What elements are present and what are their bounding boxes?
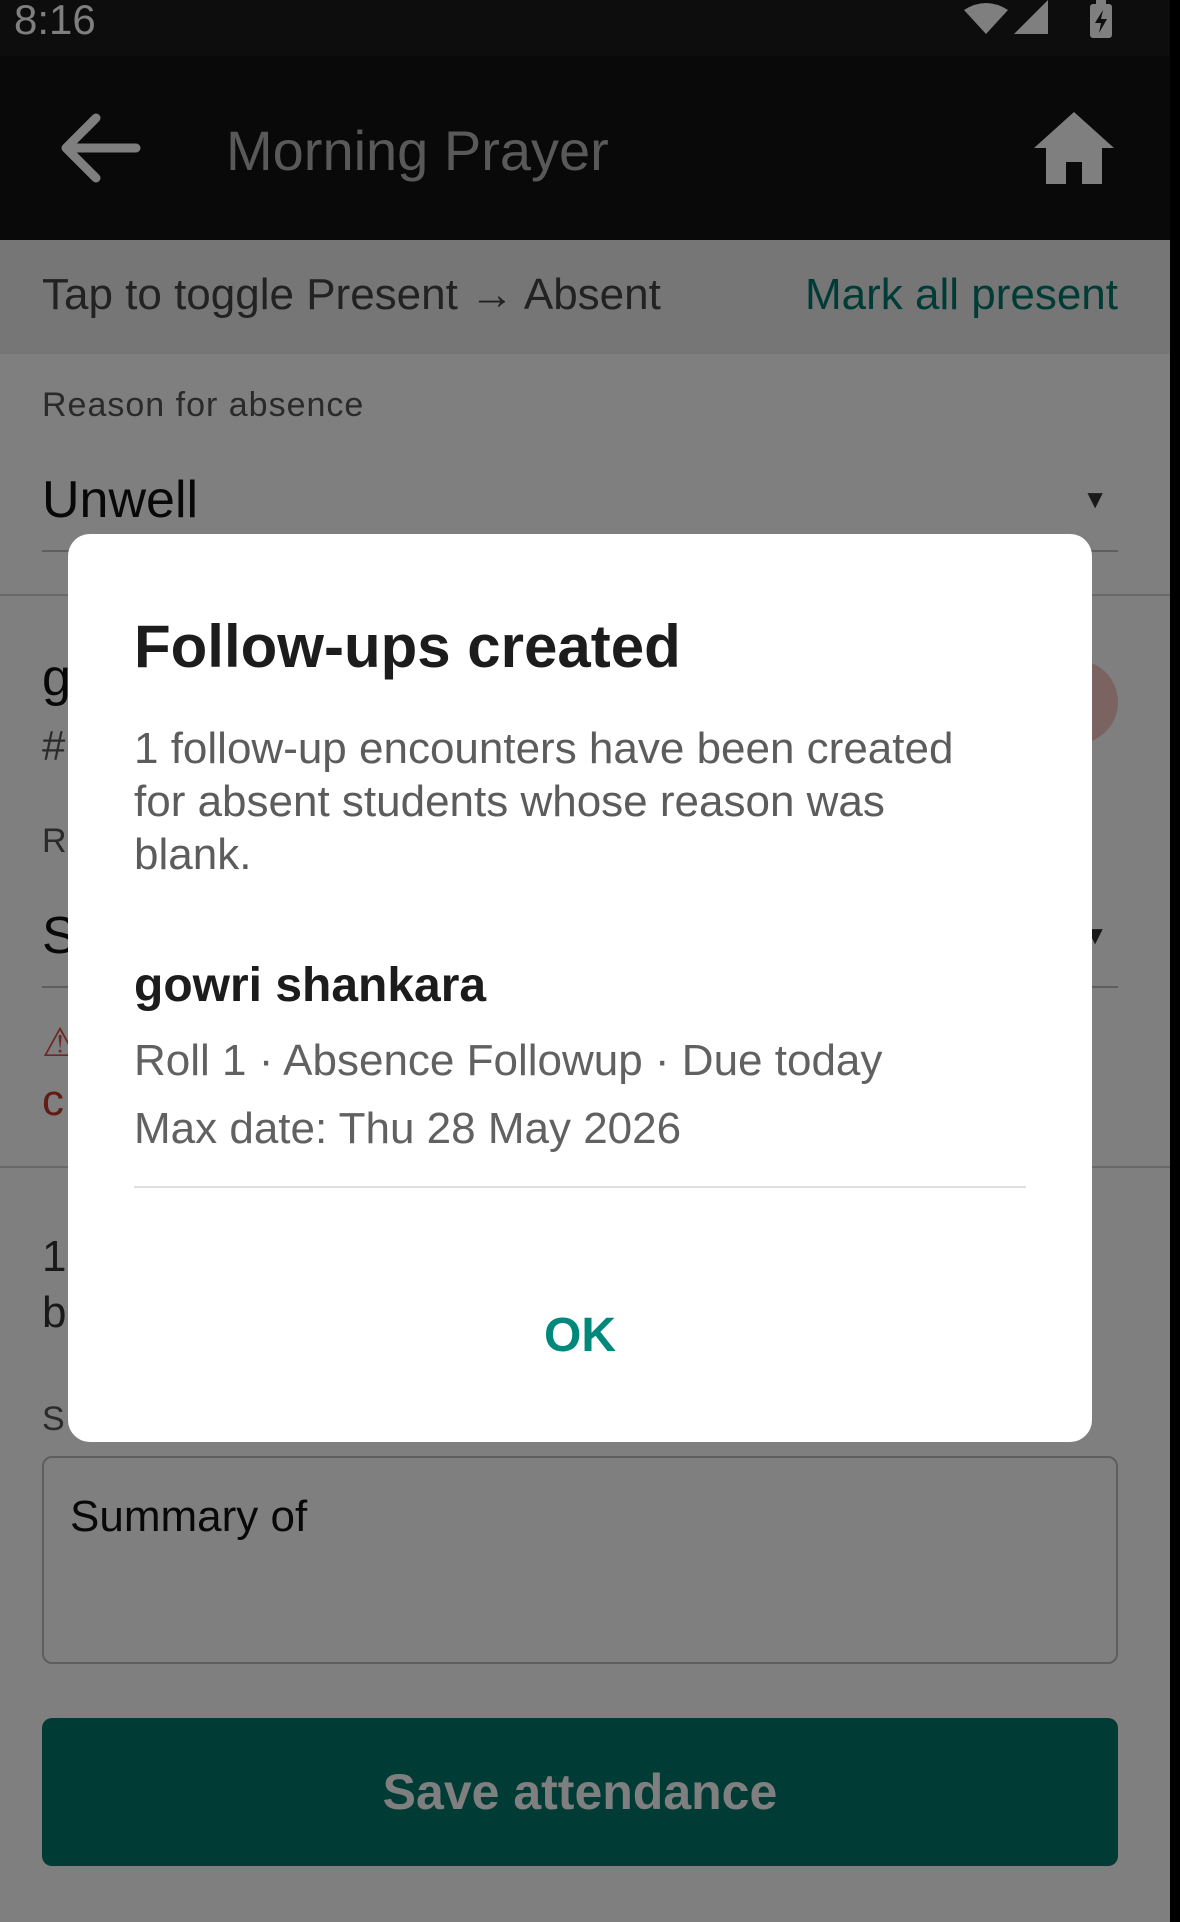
followup-student-name: gowri shankara [134,959,487,1012]
dialog-title: Follow-ups created [134,613,681,680]
screen-edge [1170,0,1180,1922]
ok-button[interactable]: OK [480,1286,680,1386]
dialog-message: 1 follow-up encounters have been created… [134,724,954,879]
followups-dialog: Follow-ups created 1 follow-up encounter… [68,534,1092,1442]
followup-meta: Roll 1 · Absence Followup · Due today [134,1036,883,1085]
followup-max-date: Max date: Thu 28 May 2026 [134,1104,682,1153]
dialog-divider [134,1186,1026,1188]
